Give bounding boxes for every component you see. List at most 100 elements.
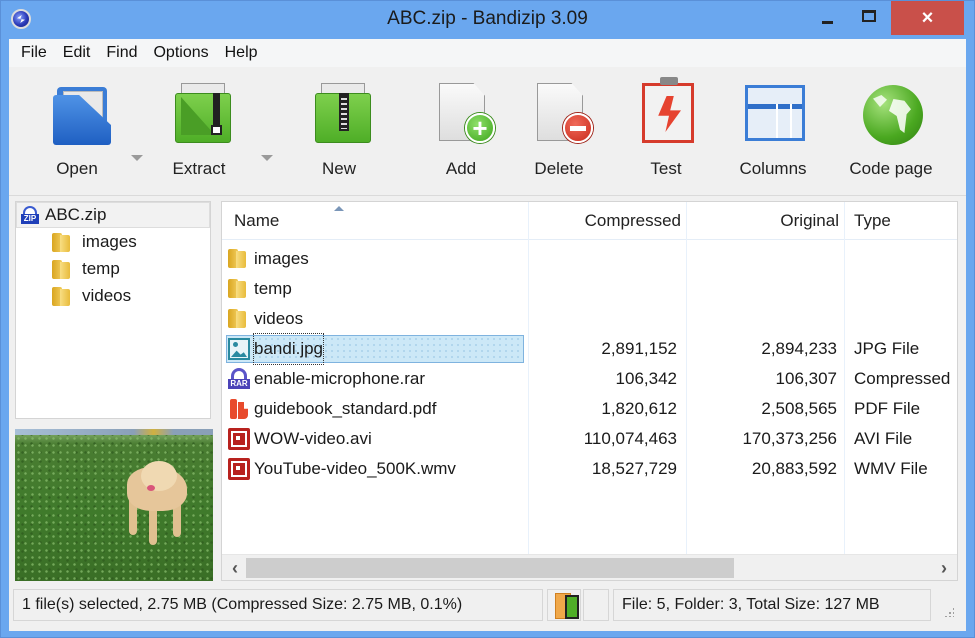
extract-dropdown-arrow[interactable]	[261, 155, 273, 161]
open-dropdown-arrow[interactable]	[131, 155, 143, 161]
column-header-label: Compressed	[584, 211, 681, 230]
columns-button[interactable]: Columns	[731, 75, 815, 195]
column-header-type[interactable]: Type	[854, 202, 891, 240]
original-size: 106,307	[775, 369, 837, 388]
open-folder-icon	[45, 77, 111, 149]
folder-icon	[228, 308, 250, 330]
tree-item-images[interactable]: images	[16, 228, 210, 255]
file-list: Name Compressed Original Type images tem…	[221, 201, 958, 581]
test-button[interactable]: Test	[626, 75, 706, 195]
extract-button[interactable]: Extract	[159, 75, 239, 195]
menu-edit[interactable]: Edit	[55, 44, 99, 62]
tree-item-root[interactable]: ZIP ABC.zip	[16, 202, 210, 228]
file-row[interactable]: RAR enable-microphone.rar 106,342 106,307…	[222, 364, 957, 394]
column-header-compressed[interactable]: Compressed	[585, 202, 681, 240]
scroll-left-button[interactable]: ‹	[224, 555, 246, 580]
horizontal-scrollbar[interactable]: ‹ ›	[222, 554, 957, 580]
title-bar[interactable]: ABC.zip - Bandizip 3.09 ×	[1, 1, 974, 39]
test-label: Test	[650, 159, 682, 178]
column-header-label: Original	[780, 211, 839, 230]
video-file-icon	[228, 458, 250, 480]
folder-icon	[52, 232, 72, 252]
add-label: Add	[445, 159, 477, 178]
zip-archive-icon: ZIP	[21, 206, 39, 224]
original-size: 2,894,233	[761, 339, 837, 358]
folder-icon	[228, 248, 250, 270]
tree-item-label: ABC.zip	[45, 205, 107, 224]
add-file-icon: +	[429, 77, 495, 149]
close-button[interactable]: ×	[891, 1, 964, 35]
menu-find[interactable]: Find	[98, 44, 145, 62]
close-icon: ×	[921, 6, 934, 29]
compressed-size: 2,891,152	[601, 339, 677, 358]
menu-options[interactable]: Options	[145, 44, 216, 62]
folder-icon	[52, 259, 72, 279]
minimize-icon	[821, 20, 833, 24]
rar-file-icon: RAR	[228, 368, 250, 390]
tree-item-temp[interactable]: temp	[16, 255, 210, 282]
sort-ascending-icon	[334, 206, 344, 211]
file-type: WMV File	[854, 459, 928, 478]
columns-table-icon	[741, 77, 805, 149]
columns-label: Columns	[739, 159, 807, 178]
open-label: Open	[56, 159, 98, 178]
original-size: 2,508,565	[761, 399, 837, 418]
column-header-label: Name	[234, 211, 280, 230]
file-row[interactable]: YouTube-video_500K.wmv 18,527,729 20,883…	[222, 454, 957, 484]
file-rows: images temp videos bandi.jpg 2,891,152 2…	[222, 244, 957, 484]
status-summary: File: 5, Folder: 3, Total Size: 127 MB	[613, 589, 931, 621]
resize-grip[interactable]	[944, 607, 954, 617]
archive-status-icon	[555, 593, 579, 619]
file-type: AVI File	[854, 429, 913, 448]
toolbar: Open Extract New + Add Delete Test Colum…	[9, 67, 966, 197]
folder-icon	[228, 278, 250, 300]
scroll-right-button[interactable]: ›	[933, 555, 955, 580]
code-page-button[interactable]: Code page	[843, 75, 939, 195]
compressed-size: 18,527,729	[591, 459, 677, 478]
minimize-button[interactable]	[807, 1, 847, 35]
file-row[interactable]: temp	[222, 274, 957, 304]
file-row[interactable]: guidebook_standard.pdf 1,820,612 2,508,5…	[222, 394, 957, 424]
file-row[interactable]: images	[222, 244, 957, 274]
add-button[interactable]: + Add	[421, 75, 501, 195]
test-clipboard-icon	[634, 77, 698, 149]
menu-file[interactable]: File	[13, 44, 55, 62]
file-name: temp	[254, 279, 292, 298]
tree-item-videos[interactable]: videos	[16, 282, 210, 309]
tree-item-label: temp	[82, 258, 120, 278]
status-bar: 1 file(s) selected, 2.75 MB (Compressed …	[9, 585, 966, 625]
video-file-icon	[228, 428, 250, 450]
status-archive-panel	[547, 589, 581, 621]
menu-bar: File Edit Find Options Help	[9, 39, 966, 67]
file-name: guidebook_standard.pdf	[254, 399, 437, 418]
extract-archive-icon	[167, 77, 231, 149]
image-file-icon	[228, 338, 250, 360]
scrollbar-thumb[interactable]	[246, 558, 734, 578]
maximize-button[interactable]	[849, 1, 889, 35]
file-type: JPG File	[854, 339, 920, 358]
code-page-label: Code page	[849, 159, 933, 178]
column-header-original[interactable]: Original	[780, 202, 839, 240]
file-row[interactable]: videos	[222, 304, 957, 334]
delete-button[interactable]: Delete	[519, 75, 599, 195]
file-row-selected[interactable]: bandi.jpg 2,891,152 2,894,233 JPG File	[222, 333, 957, 365]
original-size: 20,883,592	[751, 459, 837, 478]
client-area: File Edit Find Options Help Open Extract	[9, 39, 966, 631]
column-header-label: Type	[854, 211, 891, 230]
file-name: images	[254, 249, 309, 268]
open-button[interactable]: Open	[37, 75, 117, 195]
compressed-size: 110,074,463	[583, 429, 677, 448]
compressed-size: 106,342	[615, 369, 677, 388]
new-button[interactable]: New	[299, 75, 379, 195]
new-label: New	[321, 159, 356, 178]
file-row[interactable]: WOW-video.avi 110,074,463 170,373,256 AV…	[222, 424, 957, 454]
status-selection: 1 file(s) selected, 2.75 MB (Compressed …	[13, 589, 543, 621]
column-header-name[interactable]: Name	[234, 202, 279, 240]
menu-help[interactable]: Help	[217, 44, 266, 62]
file-name: WOW-video.avi	[254, 429, 372, 448]
tree-item-label: images	[82, 231, 137, 251]
delete-label: Delete	[534, 159, 584, 178]
original-size: 170,373,256	[742, 429, 837, 448]
file-type: PDF File	[854, 399, 921, 418]
compressed-size: 1,820,612	[601, 399, 677, 418]
